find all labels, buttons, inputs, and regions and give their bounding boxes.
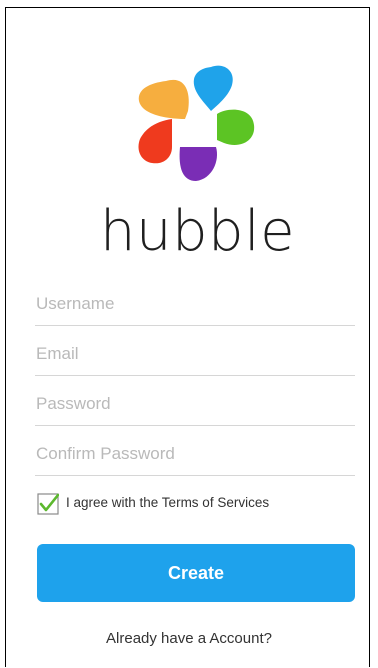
already-have-account-link[interactable]: Already have a Account? bbox=[0, 630, 378, 647]
logo-petal-green bbox=[217, 109, 255, 145]
create-button[interactable]: Create bbox=[37, 544, 355, 602]
logo-petal-purple bbox=[179, 147, 218, 181]
terms-label: I agree with the Terms of Services bbox=[66, 495, 270, 510]
logo-petal-orange bbox=[138, 79, 189, 119]
confirm-password-input[interactable] bbox=[35, 433, 356, 475]
hubble-logo-icon bbox=[138, 65, 255, 181]
username-field-container bbox=[35, 283, 356, 326]
logo-petal-blue bbox=[193, 65, 233, 111]
email-field-container bbox=[35, 333, 356, 376]
username-input[interactable] bbox=[35, 283, 356, 325]
terms-agreement-row: I agree with the Terms of Services bbox=[37, 490, 357, 516]
brand-wordmark: hubble bbox=[100, 199, 296, 264]
password-field-container bbox=[35, 383, 356, 426]
logo-petal-red bbox=[138, 119, 172, 164]
confirm-password-field-container bbox=[35, 433, 356, 476]
terms-checkbox[interactable] bbox=[37, 493, 59, 515]
password-input[interactable] bbox=[35, 383, 356, 425]
email-input[interactable] bbox=[35, 333, 356, 375]
